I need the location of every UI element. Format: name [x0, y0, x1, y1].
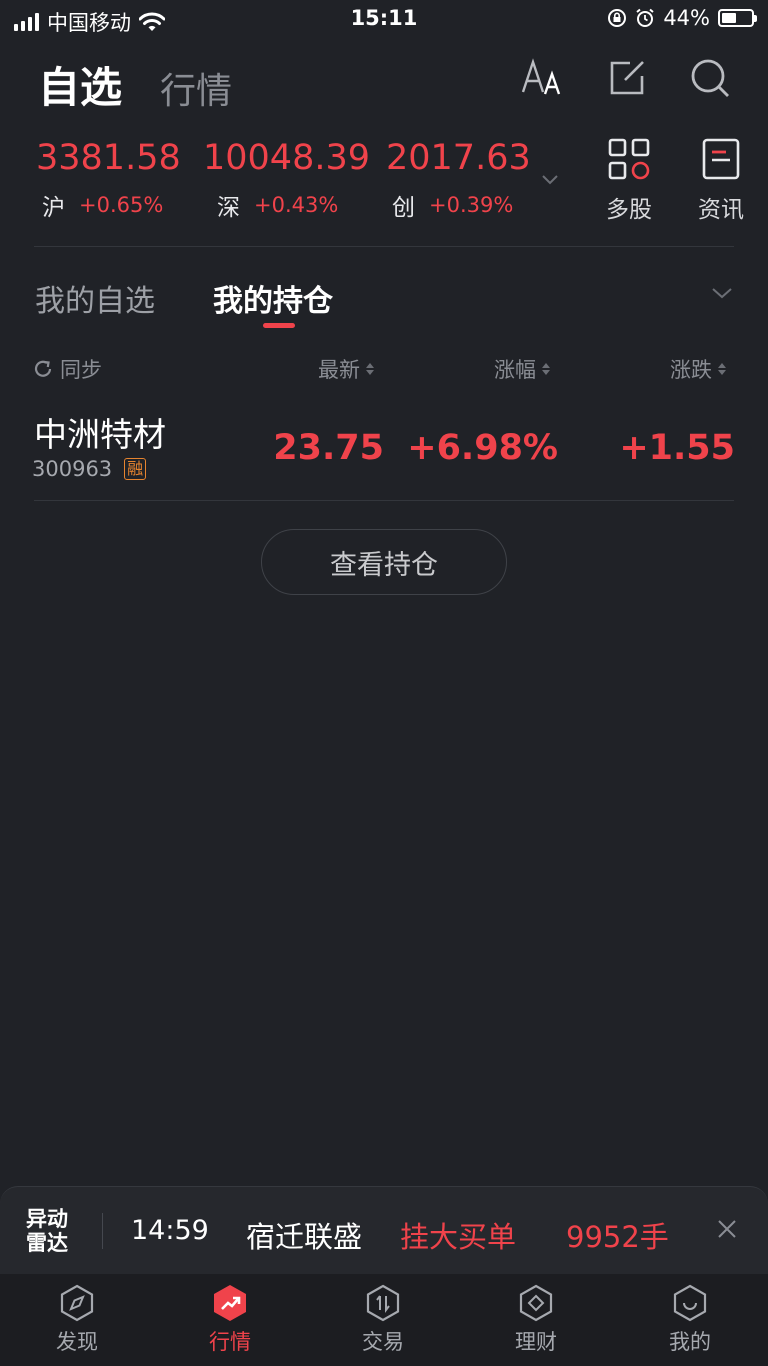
alert-volume: 9952手	[566, 1220, 669, 1254]
alert-ticker[interactable]: 异动 雷达 14:59 宿迁联盛 挂大买单 9952手	[0, 1186, 768, 1275]
sort-change[interactable]: 涨跌	[670, 354, 726, 384]
alert-time: 14:59	[131, 1215, 209, 1246]
sort-icon	[542, 363, 550, 375]
divider	[34, 500, 734, 501]
sort-latest[interactable]: 最新	[318, 354, 374, 384]
column-pct-change: 涨幅	[494, 358, 536, 382]
rotation-lock-icon	[608, 9, 627, 27]
active-tab-indicator	[263, 323, 295, 328]
profile-icon	[673, 1284, 707, 1322]
font-size-icon[interactable]	[521, 58, 561, 98]
alert-action: 挂大买单	[400, 1220, 517, 1254]
index-name: 深	[217, 195, 240, 221]
multi-stock-button[interactable]: 多股	[589, 138, 669, 224]
battery-icon	[718, 9, 757, 27]
nav-label: 发现	[56, 1330, 98, 1354]
status-bar: 中国移动 15:11 44%	[0, 0, 768, 40]
tab-my-holdings[interactable]: 我的持仓	[213, 276, 333, 320]
stock-pct-change: +6.98%	[407, 428, 558, 468]
nav-profile[interactable]: 我的	[630, 1284, 750, 1356]
news-label: 资讯	[698, 197, 744, 223]
nav-label: 交易	[362, 1330, 404, 1354]
search-icon[interactable]	[690, 58, 730, 98]
sort-pct-change[interactable]: 涨幅	[494, 354, 550, 384]
stock-change: +1.55	[619, 428, 735, 468]
nav-discover[interactable]: 发现	[17, 1284, 137, 1356]
sync-button[interactable]: 同步	[32, 354, 102, 384]
compass-icon	[60, 1284, 94, 1322]
tab-market[interactable]: 行情	[160, 62, 232, 114]
nav-trade[interactable]: 交易	[323, 1284, 443, 1356]
stock-code: 300963	[32, 457, 113, 481]
news-icon	[702, 138, 740, 180]
trend-icon	[214, 1285, 246, 1321]
nav-label: 理财	[515, 1330, 557, 1354]
close-icon[interactable]	[716, 1218, 738, 1240]
index-change: +0.43%	[254, 193, 339, 217]
tab-watchlist[interactable]: 自选	[38, 54, 122, 115]
refresh-icon	[34, 360, 52, 377]
tab-my-watchlist[interactable]: 我的自选	[35, 276, 155, 320]
news-button[interactable]: 资讯	[681, 138, 761, 224]
sync-label: 同步	[60, 358, 102, 382]
chevron-down-icon[interactable]	[540, 173, 560, 187]
index-name: 沪	[42, 195, 65, 221]
margin-badge: 融	[124, 458, 147, 480]
radar-logo-line1: 异动	[26, 1207, 68, 1231]
column-change: 涨跌	[670, 358, 712, 382]
radar-logo: 异动 雷达	[26, 1207, 76, 1255]
nav-label: 行情	[209, 1330, 251, 1354]
radar-logo-line2: 雷达	[26, 1231, 68, 1255]
nav-wealth[interactable]: 理财	[476, 1284, 596, 1356]
battery-percent: 44%	[663, 6, 710, 30]
sort-icon	[718, 363, 726, 375]
index-value: 3381.58	[36, 138, 181, 178]
view-holdings-button[interactable]: 查看持仓	[261, 529, 507, 595]
nav-label: 我的	[669, 1330, 711, 1354]
bottom-nav: 发现 行情 交易 理财 我的	[0, 1274, 768, 1366]
stock-latest: 23.75	[273, 428, 384, 468]
status-right: 44%	[607, 6, 757, 30]
divider	[34, 246, 734, 247]
index-change: +0.39%	[429, 193, 514, 217]
multi-stock-label: 多股	[606, 197, 652, 223]
alarm-icon	[636, 8, 654, 27]
column-latest: 最新	[318, 358, 360, 382]
index-sz[interactable]: 10048.39 深 +0.43%	[203, 138, 370, 222]
trade-icon	[366, 1284, 400, 1322]
index-value: 2017.63	[386, 138, 531, 178]
divider	[102, 1213, 103, 1249]
index-change: +0.65%	[79, 193, 164, 217]
nav-market[interactable]: 行情	[170, 1284, 290, 1356]
grid-icon	[608, 138, 650, 180]
alert-stock: 宿迁联盛	[246, 1220, 363, 1254]
edit-icon[interactable]	[608, 58, 648, 98]
index-sh[interactable]: 3381.58 沪 +0.65%	[36, 138, 181, 222]
stock-code-row: 300963 融	[32, 457, 147, 481]
chevron-down-icon[interactable]	[710, 285, 734, 301]
index-cy[interactable]: 2017.63 创 +0.39%	[386, 138, 531, 222]
stock-name: 中洲特材	[34, 415, 166, 454]
index-value: 10048.39	[203, 138, 371, 178]
index-name: 创	[392, 195, 415, 221]
sort-icon	[366, 363, 374, 375]
wealth-icon	[519, 1284, 553, 1322]
